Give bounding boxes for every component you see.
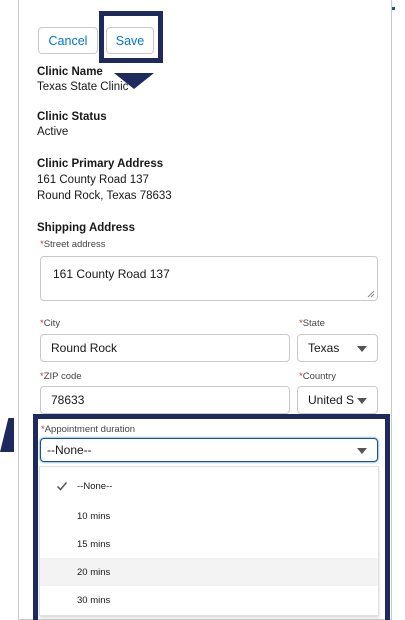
option-15-mins[interactable]: 15 mins — [40, 530, 378, 558]
zip-input[interactable]: 78633 — [40, 386, 290, 414]
country-label: *Country — [299, 371, 336, 382]
appointment-options-list: --None-- 10 mins 15 mins 20 mins 30 mins — [39, 466, 379, 616]
street-label: *Street address — [40, 239, 106, 250]
chevron-down-icon — [357, 448, 367, 454]
primary-address-label: Clinic Primary Address — [37, 158, 164, 170]
cancel-button[interactable]: Cancel — [38, 27, 98, 54]
clinic-status-label: Clinic Status — [37, 111, 107, 123]
appointment-label: *Appointment duration — [41, 424, 136, 435]
checkmark-icon — [56, 482, 68, 491]
clinic-name-label: Clinic Name — [37, 66, 103, 78]
option-20-mins[interactable]: 20 mins — [40, 558, 378, 586]
street-address-value: 161 County Road 137 — [53, 267, 170, 281]
resize-handle-icon[interactable] — [367, 290, 375, 298]
pointer-wedge — [0, 418, 14, 452]
primary-address-line1: 161 County Road 137 — [37, 174, 149, 186]
city-input[interactable]: Round Rock — [40, 334, 290, 362]
zip-label: *ZIP code — [40, 371, 82, 382]
shipping-address-label: Shipping Address — [37, 222, 135, 234]
clinic-name-value: Texas State Clinic — [37, 81, 129, 93]
appointment-duration-combobox[interactable]: --None-- — [40, 438, 378, 462]
street-address-field[interactable]: 161 County Road 137 — [40, 256, 378, 301]
option-none[interactable]: --None-- — [40, 472, 378, 500]
save-highlight-box — [99, 11, 163, 63]
country-select[interactable]: United S — [297, 386, 378, 414]
chevron-down-icon — [357, 346, 367, 352]
state-select[interactable]: Texas — [297, 334, 378, 362]
clinic-status-value: Active — [37, 126, 69, 138]
option-30-mins[interactable]: 30 mins — [40, 586, 378, 614]
primary-address-line2: Round Rock, Texas 78633 — [37, 190, 172, 202]
state-value: Texas — [308, 341, 340, 355]
chevron-down-icon — [357, 398, 367, 404]
right-edge — [392, 0, 405, 620]
city-label: *City — [40, 318, 61, 329]
appointment-selected-value: --None-- — [47, 443, 92, 457]
country-value: United S — [308, 393, 355, 407]
state-label: *State — [299, 318, 325, 329]
edge-marker — [392, 7, 395, 10]
option-10-mins[interactable]: 10 mins — [40, 502, 378, 530]
